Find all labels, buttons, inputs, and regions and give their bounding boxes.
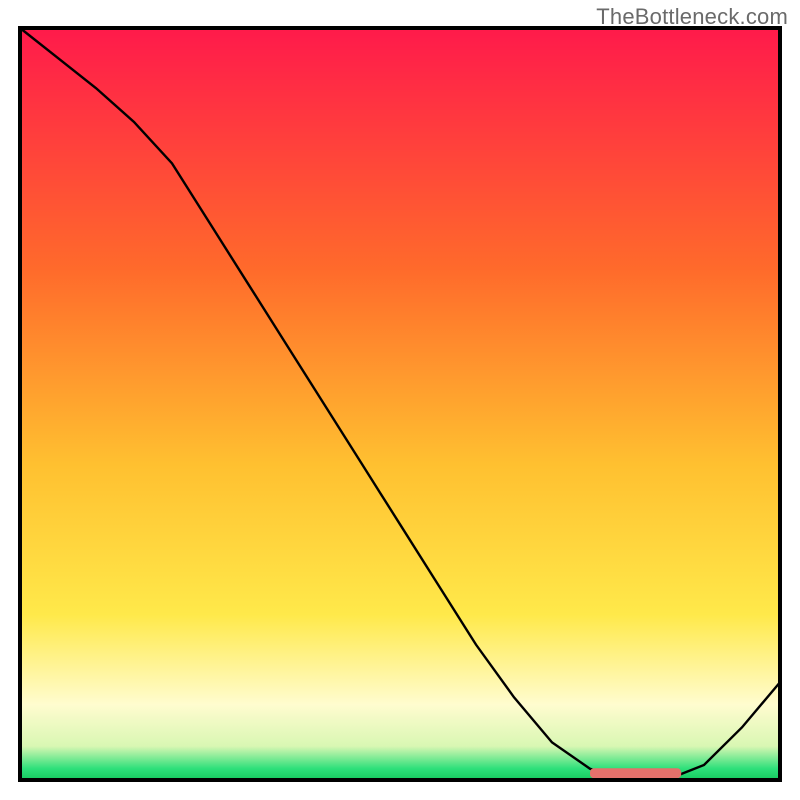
gradient-background	[20, 28, 780, 780]
watermark-text: TheBottleneck.com	[596, 4, 788, 30]
chart-svg	[18, 26, 782, 782]
plot-area	[18, 26, 782, 782]
chart-root: TheBottleneck.com	[0, 0, 800, 800]
optimal-range-marker	[590, 768, 681, 778]
